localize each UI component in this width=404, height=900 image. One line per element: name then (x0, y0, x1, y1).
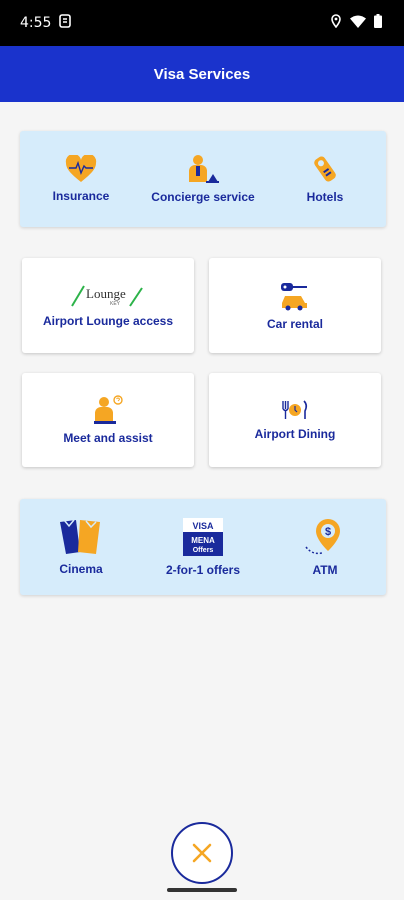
cinema-tickets-icon (60, 519, 100, 554)
meet-assist-icon (94, 395, 123, 424)
close-button[interactable] (171, 822, 233, 884)
insurance-item[interactable]: Insurance (20, 131, 142, 227)
status-bar: 4:55 (0, 0, 404, 46)
battery-icon (374, 14, 382, 32)
dollar-symbol: $ (325, 526, 331, 538)
offers-badge-text: Offers (193, 547, 214, 554)
mena-badge-text: MENA (191, 536, 215, 545)
concierge-item[interactable]: Concierge service (142, 131, 264, 227)
heart-pulse-icon (65, 155, 97, 182)
notification-icon (59, 14, 72, 32)
cinema-item[interactable]: Cinema (20, 499, 142, 595)
home-indicator[interactable] (167, 888, 237, 892)
concierge-icon (189, 155, 219, 183)
cinema-label: Cinema (59, 562, 103, 576)
atm-label: ATM (312, 563, 338, 577)
airport-lounge-card[interactable]: Lounge KEY Airport Lounge access (22, 258, 194, 353)
hotels-item[interactable]: Hotels (264, 131, 386, 227)
concierge-label: Concierge service (151, 190, 255, 204)
lounge-key-logo: Lounge KEY (71, 284, 143, 307)
dining-icon (282, 400, 308, 419)
door-hanger-icon (314, 156, 336, 182)
insurance-label: Insurance (52, 189, 110, 203)
close-icon (192, 843, 212, 863)
hotels-label: Hotels (306, 190, 344, 204)
status-time: 4:55 (20, 15, 52, 31)
atm-location-icon: $ (305, 519, 340, 555)
page-title: Visa Services (153, 65, 251, 83)
car-rental-card[interactable]: Car rental (209, 258, 381, 353)
meet-and-assist-label: Meet and assist (63, 431, 153, 445)
bottom-services-panel: Cinema VISA MENA Offers 2-for-1 offers $… (20, 499, 386, 595)
airport-dining-card[interactable]: Airport Dining (209, 373, 381, 467)
atm-item[interactable]: $ ATM (264, 499, 386, 595)
app-bar: Visa Services (0, 46, 404, 102)
wifi-icon (350, 15, 366, 32)
airport-lounge-label: Airport Lounge access (42, 313, 174, 328)
car-key-icon (281, 282, 307, 310)
visa-mena-offers-icon: VISA MENA Offers (183, 518, 223, 556)
two-for-one-offers-item[interactable]: VISA MENA Offers 2-for-1 offers (142, 499, 264, 595)
airport-dining-label: Airport Dining (254, 427, 336, 441)
location-icon (330, 14, 342, 32)
car-rental-label: Car rental (266, 316, 324, 331)
top-services-panel: Insurance Concierge service Hotels (20, 131, 386, 227)
visa-badge-text: VISA (192, 521, 214, 531)
meet-and-assist-card[interactable]: Meet and assist (22, 373, 194, 467)
two-for-one-label: 2-for-1 offers (165, 563, 240, 577)
lounge-logo-text: Lounge (86, 286, 126, 301)
lounge-logo-subtext: KEY (110, 301, 121, 307)
